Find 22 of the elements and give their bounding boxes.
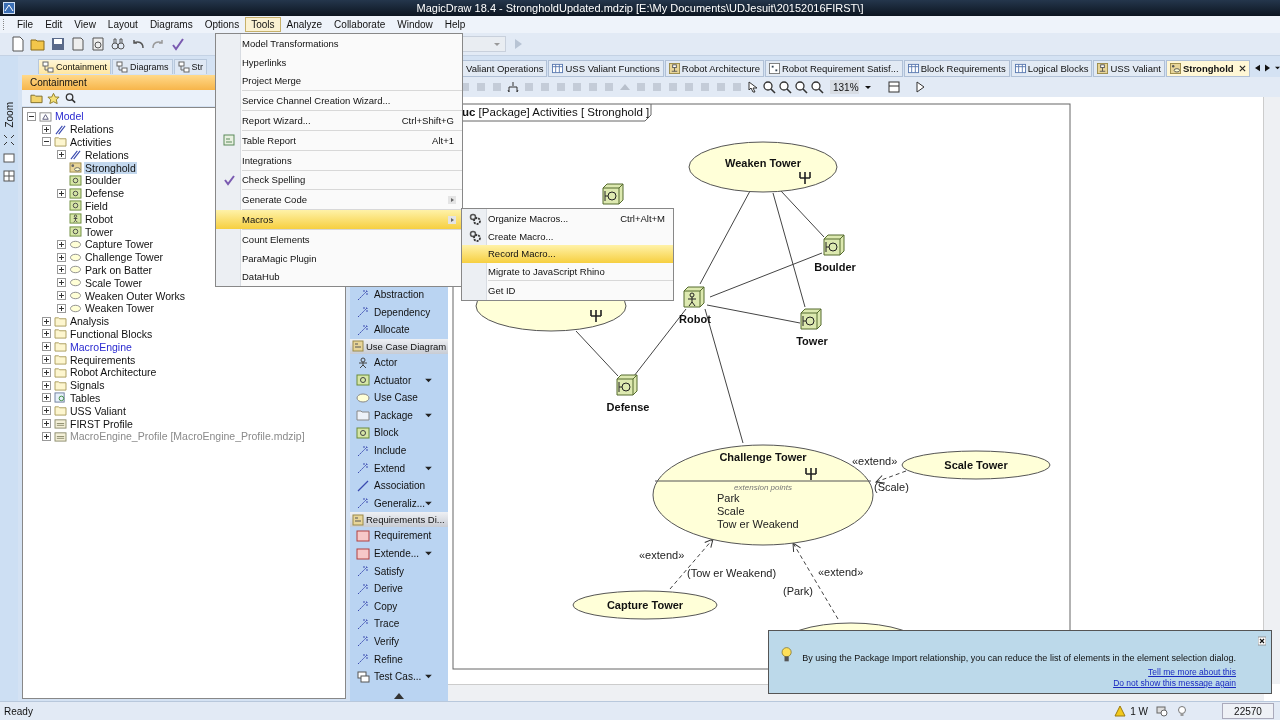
element-name: Defense: [606, 401, 650, 413]
stereotype-label: «extend»: [852, 455, 898, 467]
stereotype-label: «extend»: [818, 566, 864, 578]
status-text: Ready: [4, 705, 33, 717]
notification-message: By using the Package Import relationship, you can reduce the list of elements in the element selection dialog.: [802, 653, 1236, 663]
use-case-name: Weaken Tower: [725, 157, 801, 169]
element-name: Boulder: [814, 261, 856, 273]
diagram-frame-label: uc [Package] Activities [ Stronghold ]: [462, 106, 650, 118]
condition-label: (Park): [783, 585, 813, 597]
condition-label: (Scale): [874, 481, 909, 493]
element-name: Tower: [796, 335, 828, 347]
compartment-title: extension points: [734, 483, 792, 492]
use-case-name: Scale Tower: [944, 459, 1008, 471]
use-case-name: Challenge Tower: [719, 451, 807, 463]
condition-label: (Tow er Weakend): [687, 567, 777, 579]
stereotype-label: «extend»: [639, 549, 685, 561]
use-case-name: Capture Tower: [606, 599, 684, 611]
extension-point: Tow er Weakend: [717, 518, 799, 530]
extension-point: Scale: [717, 505, 745, 517]
window-title: MagicDraw 18.4 - StrongholdUpdated.mdzip [E:\My Documents\UDJesuit\20152016FIRST\]: [415, 2, 865, 14]
element-name: Robot: [679, 313, 711, 325]
extension-point: Park: [717, 492, 740, 504]
